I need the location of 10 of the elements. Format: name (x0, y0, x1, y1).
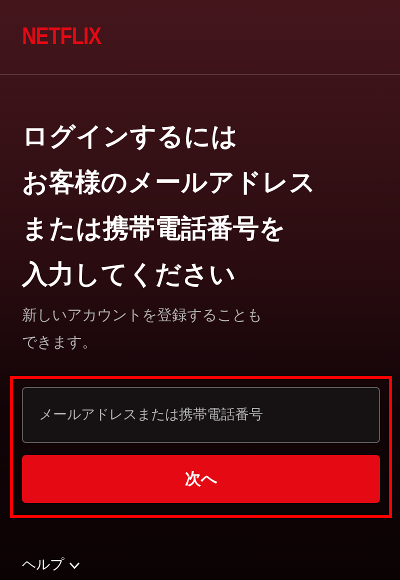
heading-line: ログインするには (22, 121, 238, 154)
heading-line: お客様のメールアドレス (22, 167, 316, 200)
netflix-logo[interactable]: NETFLIX (22, 25, 102, 49)
heading-line: または携帯電話番号を (22, 213, 286, 246)
help-dropdown[interactable]: ヘルプ (22, 555, 80, 576)
heading-line: 入力してください (22, 259, 236, 292)
next-button[interactable]: 次へ (22, 455, 380, 503)
chevron-icon (69, 562, 80, 569)
signup-note: 新しいアカウントを登録することもできます。 (22, 305, 263, 353)
email-field[interactable]: メールアドレスまたは携帯電話番号 (22, 387, 380, 443)
